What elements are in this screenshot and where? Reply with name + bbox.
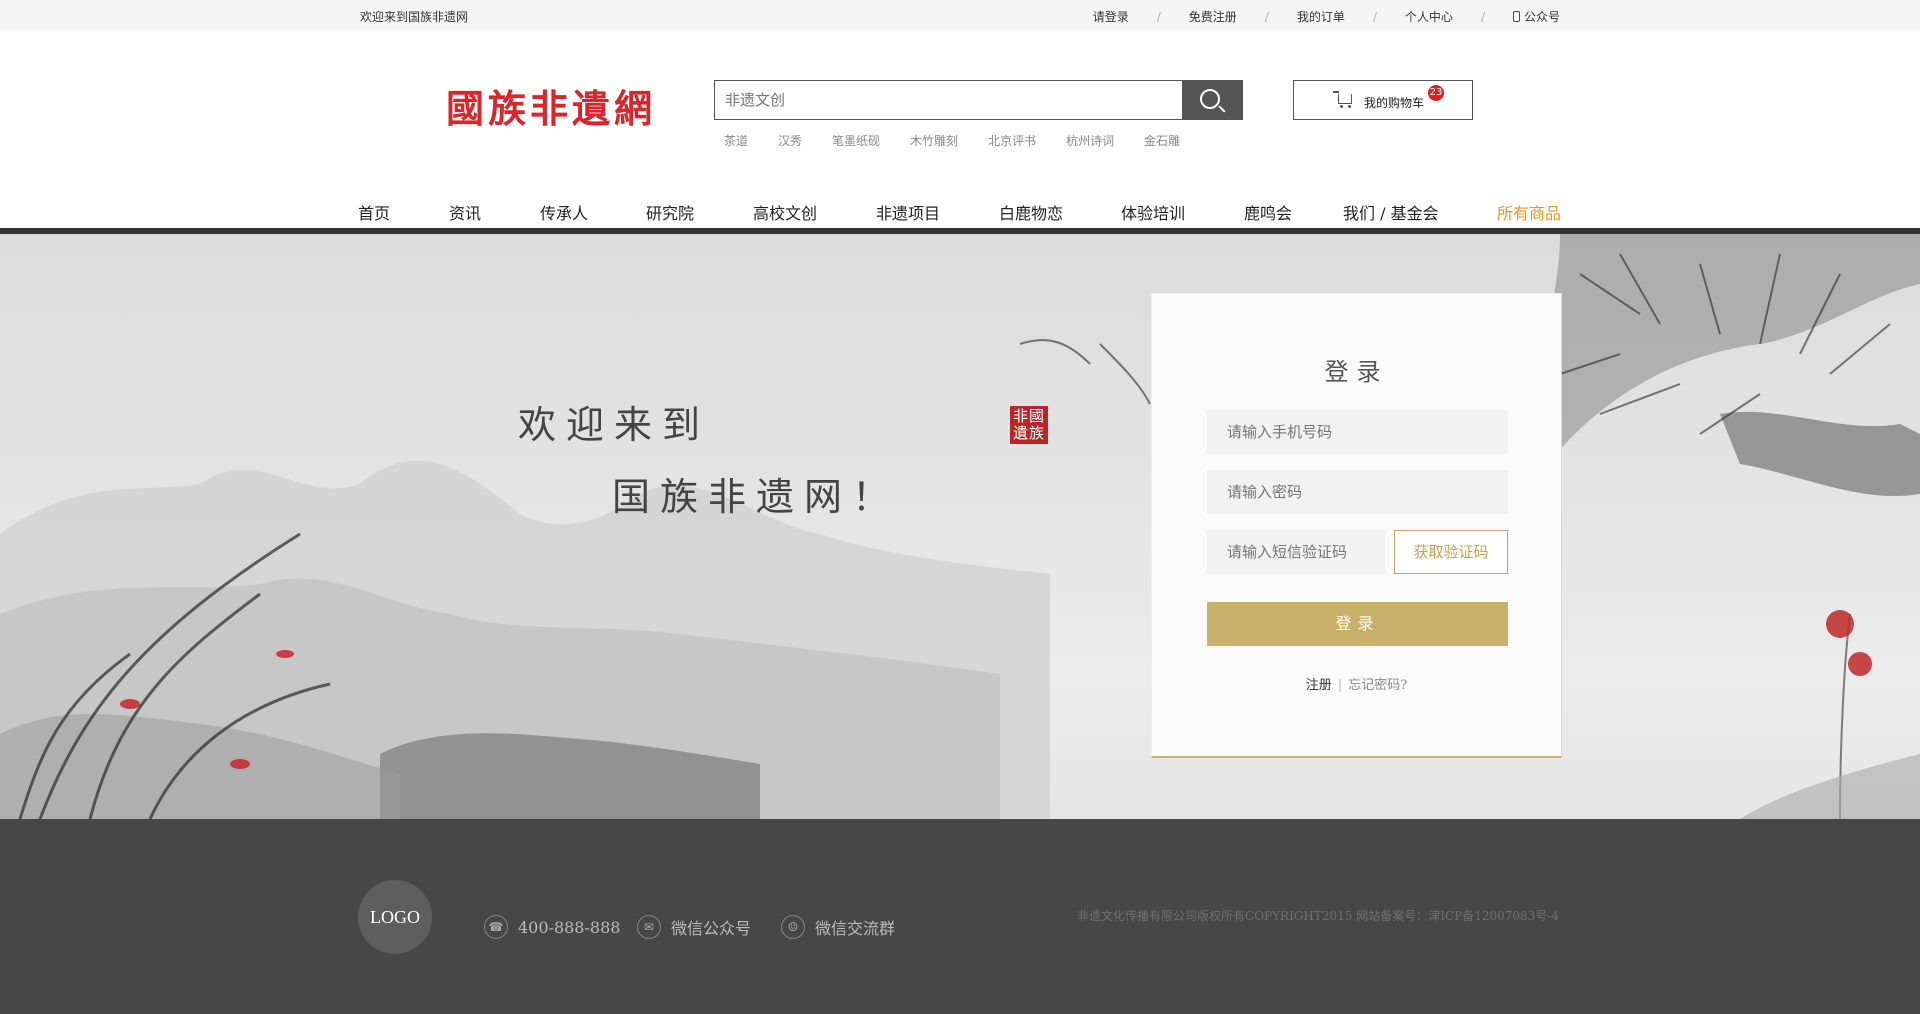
- sms-code-input[interactable]: [1207, 530, 1385, 574]
- footer-logo: LOGO: [358, 880, 432, 954]
- nav-item-bailu[interactable]: 白鹿物恋: [999, 200, 1063, 224]
- hot-keyword[interactable]: 汉秀: [778, 132, 802, 149]
- nav-item-home[interactable]: 首页: [358, 200, 390, 224]
- get-sms-code-button[interactable]: 获取验证码: [1394, 530, 1508, 574]
- hot-keyword[interactable]: 北京评书: [988, 132, 1036, 149]
- welcome-text: 欢迎来到国族非遗网: [360, 10, 469, 24]
- top-links: 请登录 / 免费注册 / 我的订单 / 个人中心 / 公众号: [1093, 8, 1560, 25]
- top-bar: 欢迎来到国族非遗网 请登录 / 免费注册 / 我的订单 / 个人中心 / 公众号: [0, 0, 1920, 30]
- hot-keywords: 茶道 汉秀 笔墨纸砚 木竹雕刻 北京评书 杭州诗词 金石雕: [724, 132, 1210, 149]
- cart-icon: [1333, 91, 1352, 108]
- register-link[interactable]: 注册: [1306, 678, 1332, 693]
- footer-wechat-group-label: 微信交流群: [815, 919, 896, 938]
- welcome-heading-line1: 欢迎来到: [518, 403, 711, 447]
- site-logo[interactable]: 國族非遺網: [446, 78, 656, 133]
- nav-item-about[interactable]: 我们 / 基金会: [1343, 200, 1439, 224]
- search-icon: [1200, 89, 1220, 109]
- hot-keyword[interactable]: 茶道: [724, 132, 748, 149]
- login-link[interactable]: 请登录: [1093, 8, 1129, 25]
- wechat-icon: ✉: [637, 915, 661, 939]
- search-button[interactable]: [1182, 81, 1242, 119]
- nav-item-all-products[interactable]: 所有商品: [1497, 200, 1561, 224]
- nav-item-campus[interactable]: 高校文创: [753, 200, 817, 224]
- nav-item-luming[interactable]: 鹿鸣会: [1244, 200, 1292, 224]
- register-link[interactable]: 免费注册: [1189, 8, 1237, 25]
- cart-count-badge: 23: [1428, 85, 1444, 101]
- separator: |: [1337, 678, 1343, 693]
- login-panel: 登录 获取验证码 登录 注册 | 忘记密码?: [1151, 293, 1562, 758]
- ink-landscape-illustration: [0, 234, 1920, 819]
- nav-item-news[interactable]: 资讯: [449, 200, 481, 224]
- password-input[interactable]: [1207, 470, 1508, 514]
- footer-wechat-group[interactable]: ☺ 微信交流群: [781, 915, 895, 939]
- search-box: [714, 80, 1243, 120]
- nav-item-projects[interactable]: 非遗项目: [876, 200, 940, 224]
- phone-icon: ☎: [484, 915, 508, 939]
- footer-phone-number: 400-888-888: [518, 917, 621, 937]
- group-icon: ☺: [781, 915, 805, 939]
- my-orders-link[interactable]: 我的订单: [1297, 8, 1345, 25]
- footer-phone: ☎ 400-888-888: [484, 915, 620, 939]
- hot-keyword[interactable]: 杭州诗词: [1066, 132, 1114, 149]
- hot-keyword[interactable]: 木竹雕刻: [910, 132, 958, 149]
- welcome-heading-line2: 国族非遗网！: [612, 475, 901, 519]
- footer-wechat-official-label: 微信公众号: [671, 919, 752, 938]
- footer: LOGO ☎ 400-888-888 ✉ 微信公众号 ☺ 微信交流群 非遗文化传…: [0, 819, 1920, 1014]
- phone-input[interactable]: [1207, 410, 1508, 454]
- separator: /: [1372, 9, 1377, 24]
- copyright-text: 非遗文化传播有限公司版权所有COPYRIGHT2015 网站备案号：津ICP备1…: [1077, 909, 1559, 923]
- hot-keyword[interactable]: 金石雕: [1144, 132, 1180, 149]
- separator: /: [1264, 9, 1269, 24]
- cart-label: 我的购物车: [1364, 96, 1425, 110]
- red-seal-stamp: 非國遺族: [1010, 406, 1048, 444]
- cart-button[interactable]: 我的购物车 23: [1293, 80, 1473, 120]
- user-center-link[interactable]: 个人中心: [1405, 8, 1453, 25]
- login-links: 注册 | 忘记密码?: [1152, 674, 1561, 693]
- nav-item-inheritors[interactable]: 传承人: [540, 200, 588, 224]
- separator: /: [1480, 9, 1485, 24]
- forgot-password-link[interactable]: 忘记密码?: [1348, 678, 1407, 693]
- official-account-label: 公众号: [1523, 10, 1560, 24]
- official-account-link[interactable]: 公众号: [1512, 8, 1560, 25]
- nav-item-institute[interactable]: 研究院: [646, 200, 694, 224]
- login-submit-button[interactable]: 登录: [1207, 602, 1508, 646]
- search-input[interactable]: [715, 81, 1183, 119]
- hot-keyword[interactable]: 笔墨纸砚: [832, 132, 880, 149]
- login-title: 登录: [1324, 358, 1389, 386]
- nav-item-training[interactable]: 体验培训: [1121, 200, 1185, 224]
- separator: /: [1156, 9, 1161, 24]
- footer-wechat-official[interactable]: ✉ 微信公众号: [637, 915, 751, 939]
- mobile-phone-icon: [1512, 11, 1520, 22]
- hero-banner: 欢迎来到 国族非遗网！ 非國遺族: [0, 234, 1920, 819]
- main-nav: 首页 资讯 传承人 研究院 高校文创 非遗项目 白鹿物恋 体验培训 鹿鸣会 我们…: [0, 196, 1920, 232]
